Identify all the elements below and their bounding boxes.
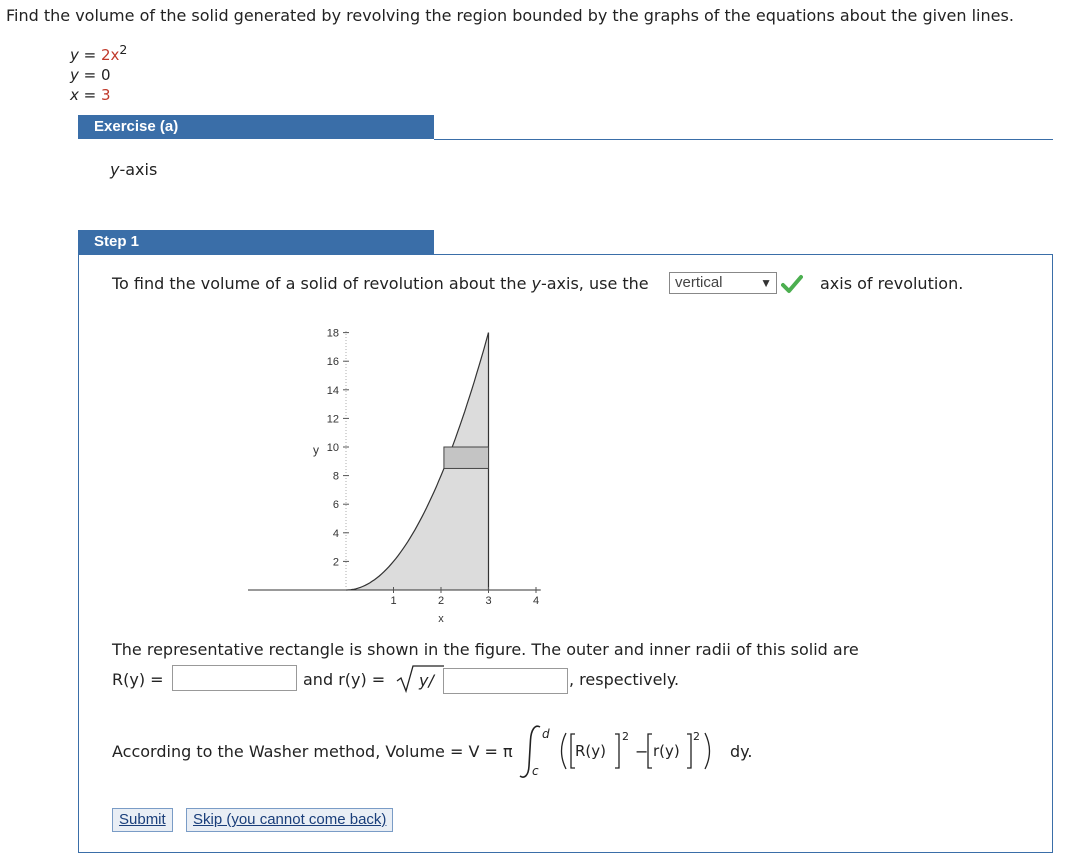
step-header: Step 1 bbox=[78, 230, 434, 254]
exercise-axis: y-axis bbox=[110, 160, 158, 179]
inner-radius-label: and r(y) = bbox=[303, 670, 386, 689]
equation-list: y = 2x2 y = 0 x = 3 bbox=[70, 40, 127, 105]
y-tick-label: 14 bbox=[327, 385, 339, 397]
submit-button[interactable]: Submit bbox=[112, 808, 173, 832]
region-graph: 246810121416181 2 3 4xy bbox=[248, 328, 541, 625]
integral-lower-limit: c bbox=[532, 764, 539, 778]
y-axis-label: y bbox=[313, 443, 319, 457]
step-instruction-end: axis of revolution. bbox=[820, 274, 964, 293]
y-tick-label: 6 bbox=[333, 499, 339, 511]
outer-radius-term: R(y) bbox=[575, 742, 607, 760]
representative-rectangle bbox=[443, 446, 489, 469]
inner-power: 2 bbox=[693, 730, 700, 743]
inner-radius-term: r(y) bbox=[653, 742, 680, 760]
sqrt-radicand: y/ bbox=[419, 671, 434, 690]
exercise-header: Exercise (a) bbox=[78, 115, 434, 139]
step-instruction: To find the volume of a solid of revolut… bbox=[112, 274, 649, 293]
y-tick-label: 16 bbox=[327, 356, 339, 368]
equation-1: y = 2x2 bbox=[70, 42, 128, 64]
equation-2: y = 0 bbox=[70, 66, 111, 84]
washer-method-text: According to the Washer method, Volume =… bbox=[112, 742, 513, 761]
equation-3: x = 3 bbox=[70, 86, 111, 104]
y-tick-label: 10 bbox=[327, 442, 339, 454]
exercise-divider bbox=[434, 139, 1053, 140]
y-tick-label: 12 bbox=[327, 413, 339, 425]
outer-radius-input[interactable] bbox=[172, 665, 297, 691]
y-tick-label: 8 bbox=[333, 471, 339, 483]
minus-sign: − bbox=[635, 742, 649, 761]
outer-power: 2 bbox=[622, 730, 629, 743]
x-axis-label: x bbox=[438, 613, 444, 625]
y-tick-label: 4 bbox=[333, 528, 339, 540]
y-tick-label: 2 bbox=[333, 556, 339, 568]
differential-dy: dy. bbox=[730, 742, 753, 761]
chevron-down-icon: ▼ bbox=[760, 276, 772, 290]
radii-prompt: The representative rectangle is shown in… bbox=[112, 640, 859, 659]
axis-orientation-dropdown[interactable]: vertical ▼ bbox=[669, 272, 777, 294]
inner-radius-input[interactable] bbox=[443, 668, 568, 694]
skip-button[interactable]: Skip (you cannot come back) bbox=[186, 808, 394, 832]
y-tick-label: 18 bbox=[327, 328, 339, 340]
outer-radius-label: R(y) = bbox=[112, 670, 164, 689]
integral-upper-limit: d bbox=[542, 727, 550, 741]
x-tick-label: 4 bbox=[533, 595, 539, 607]
x-tick-label: 2 bbox=[438, 595, 444, 607]
x-tick-label: 1 bbox=[390, 595, 396, 607]
problem-statement: Find the volume of the solid generated b… bbox=[6, 6, 1014, 25]
checkmark-icon bbox=[781, 275, 803, 293]
respectively-text: , respectively. bbox=[569, 670, 680, 689]
x-tick-label: 3 bbox=[485, 595, 491, 607]
